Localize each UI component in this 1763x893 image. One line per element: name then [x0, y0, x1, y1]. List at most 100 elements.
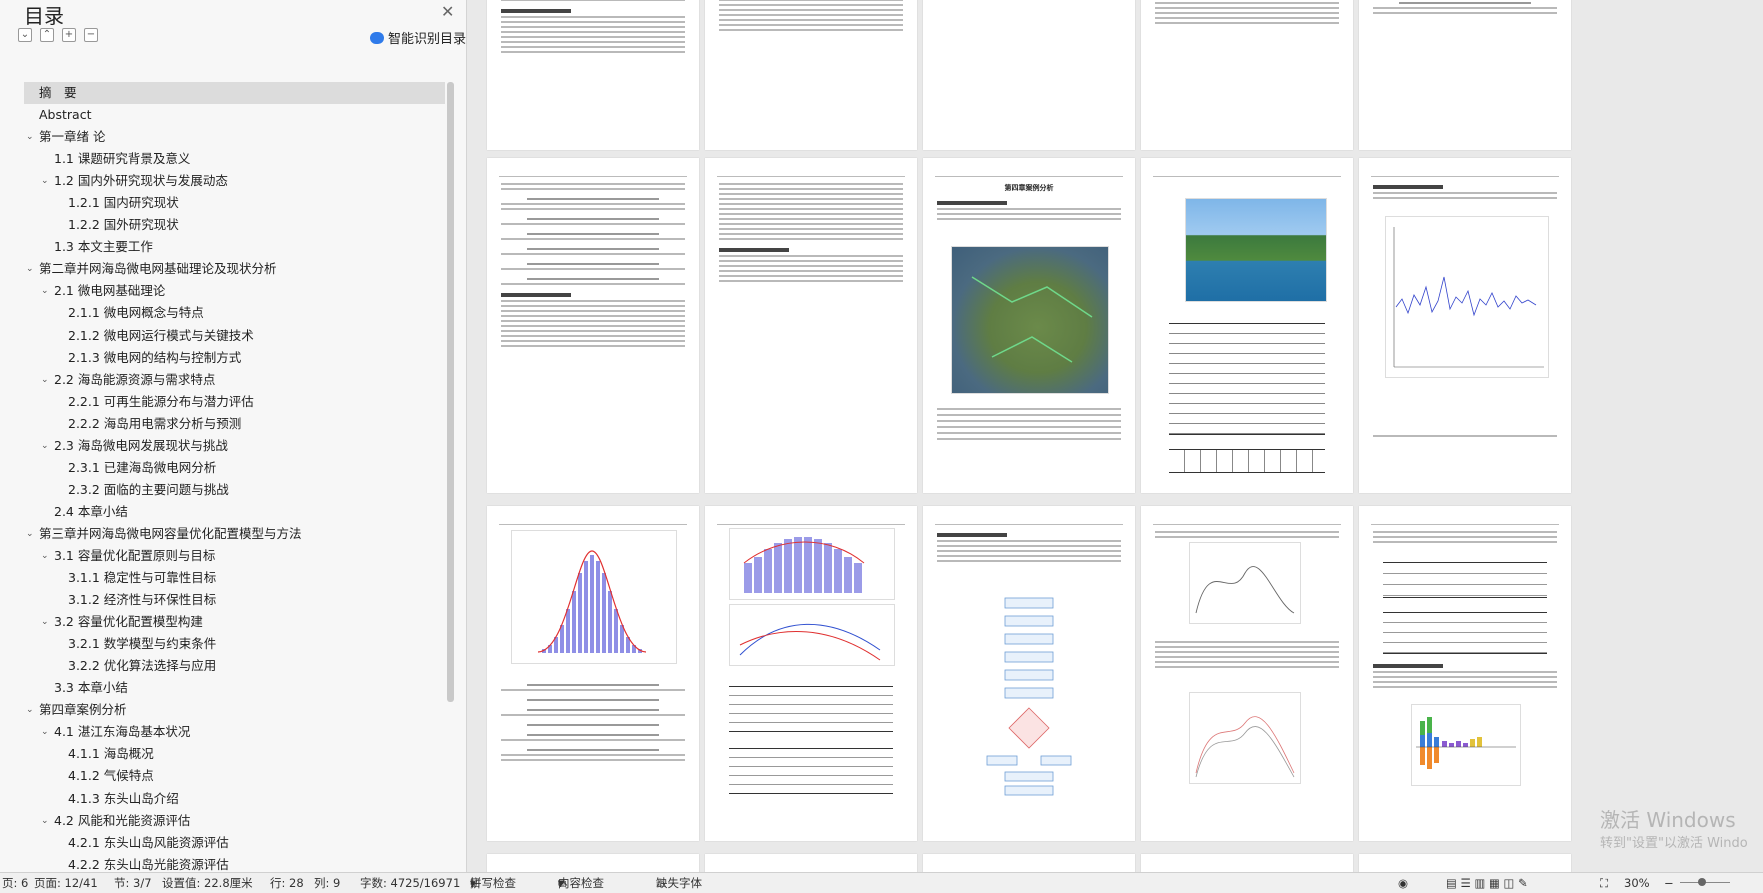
view-mode-icons[interactable]: ▤ ☰ ▥ ▦ ◫ ✎ [1446, 873, 1528, 893]
toc-item[interactable]: ⌄ 2.3 海岛微电网发展现状与挑战 [24, 435, 445, 457]
chevron-down-icon[interactable]: ⌄ [26, 126, 34, 148]
chevron-down-icon[interactable]: ⌄ [26, 699, 34, 721]
load-curve-chart-1 [1189, 542, 1301, 624]
eye-protection-icon[interactable]: ◉ [1398, 873, 1408, 893]
toc-item[interactable]: ⌄ 第一章绪 论 [24, 126, 445, 148]
toc-scrollbar[interactable] [447, 82, 454, 702]
zoom-out-icon[interactable]: − [1664, 873, 1674, 893]
page-thumbnail[interactable] [1359, 854, 1571, 872]
page-thumbnail[interactable] [705, 854, 917, 872]
toc-item[interactable]: ⌄ 4.2 风能和光能资源评估 [24, 810, 445, 832]
toc-item[interactable]: 1.1 课题研究背景及意义 [24, 148, 445, 170]
smart-toc-button[interactable]: 智能识别目录 [370, 28, 466, 47]
toc-item[interactable]: ⌄ 1.2 国内外研究现状与发展动态 [24, 170, 445, 192]
close-icon[interactable]: ✕ [441, 2, 454, 21]
toc-item-label: 第二章并网海岛微电网基础理论及现状分析 [39, 261, 277, 277]
toc-item[interactable]: 3.1.1 稳定性与可靠性目标 [24, 567, 445, 589]
page-thumbnail[interactable] [1359, 158, 1571, 493]
chevron-down-icon[interactable]: ⌄ [41, 611, 49, 633]
zoom-value[interactable]: 30% [1624, 873, 1650, 893]
toc-item[interactable]: 2.4 本章小结 [24, 501, 445, 523]
toc-item[interactable]: 2.2.1 可再生能源分布与潜力评估 [24, 391, 445, 413]
expand-all-icon[interactable]: ⌄ [18, 28, 32, 42]
chevron-down-icon[interactable]: ⌄ [41, 369, 49, 391]
toc-item[interactable]: 2.1.3 微电网的结构与控制方式 [24, 347, 445, 369]
remove-heading-icon[interactable]: − [84, 28, 98, 42]
page-thumbnail[interactable] [1141, 0, 1353, 150]
status-page[interactable]: 页面: 12/41 [34, 873, 98, 893]
toc-item[interactable]: ⌄ 2.1 微电网基础理论 [24, 280, 445, 302]
chevron-down-icon[interactable]: ⌄ [41, 721, 49, 743]
toc-item[interactable]: 3.2.2 优化算法选择与应用 [24, 655, 445, 677]
document-pages-view[interactable]: 第四章案例分析 [467, 0, 1763, 872]
data-table [1169, 323, 1325, 473]
toc-item[interactable]: 2.3.1 已建海岛微电网分析 [24, 457, 445, 479]
page-thumbnail[interactable] [923, 854, 1135, 872]
chevron-down-icon[interactable]: ⌄ [41, 280, 49, 302]
page-thumbnail[interactable] [1359, 506, 1571, 841]
status-word-count[interactable]: 字数: 4725/16971 [360, 873, 460, 893]
toc-item[interactable]: 1.2.2 国外研究现状 [24, 214, 445, 236]
toc-item[interactable]: ⌄ 3.2 容量优化配置模型构建 [24, 611, 445, 633]
toc-item[interactable]: ⌄ 2.2 海岛能源资源与需求特点 [24, 369, 445, 391]
fit-page-icon[interactable]: ⛶ [1600, 873, 1608, 893]
page-thumbnail[interactable] [1141, 854, 1353, 872]
toc-item[interactable]: 4.1.3 东头山岛介绍 [24, 788, 445, 810]
page-thumbnail[interactable] [705, 0, 917, 150]
missing-font-label: 缺失字体 [656, 876, 702, 890]
toc-item[interactable]: ⌄ 3.1 容量优化配置原则与目标 [24, 545, 445, 567]
collapse-all-icon[interactable]: ⌃ [40, 28, 54, 42]
page-thumbnail[interactable] [487, 0, 699, 150]
chevron-down-icon[interactable]: ⌄ [41, 170, 49, 192]
toc-item[interactable]: 摘 要 [24, 82, 445, 105]
chevron-down-icon[interactable]: ⌄ [26, 258, 34, 280]
activation-watermark-hint: 转到"设置"以激活 Windo [1600, 836, 1748, 851]
toc-item[interactable]: Abstract [24, 104, 445, 126]
toc-item[interactable]: 3.1.2 经济性与环保性目标 [24, 589, 445, 611]
page-thumbnail[interactable] [705, 506, 917, 841]
page-thumbnail[interactable]: 第四章案例分析 [923, 158, 1135, 493]
toc-item[interactable]: 2.1.2 微电网运行模式与关键技术 [24, 325, 445, 347]
page-thumbnail[interactable] [487, 158, 699, 493]
toc-item[interactable]: 1.2.1 国内研究现状 [24, 192, 445, 214]
page-thumbnail[interactable] [923, 506, 1135, 841]
toc-item[interactable]: 4.1.2 气候特点 [24, 765, 445, 787]
toc-item[interactable]: ⌄ 第二章并网海岛微电网基础理论及现状分析 [24, 258, 445, 280]
toc-item[interactable]: 2.3.2 面临的主要问题与挑战 [24, 479, 445, 501]
toc-item-label: 2.3 海岛微电网发展现状与挑战 [54, 437, 228, 453]
toc-item-label: 3.2 容量优化配置模型构建 [54, 614, 203, 630]
page-thumbnail[interactable] [923, 0, 1135, 150]
toc-item[interactable]: ⌄ 第三章并网海岛微电网容量优化配置模型与方法 [24, 523, 445, 545]
toc-item[interactable]: 2.2.2 海岛用电需求分析与预测 [24, 413, 445, 435]
page-thumbnail[interactable] [487, 506, 699, 841]
toc-item[interactable]: 3.2.1 数学模型与约束条件 [24, 633, 445, 655]
page-thumbnail[interactable] [487, 854, 699, 872]
toc-item[interactable]: 4.2.1 东头山岛风能资源评估 [24, 832, 445, 854]
chevron-down-icon[interactable]: ⌄ [41, 810, 49, 832]
zoom-slider-thumb[interactable] [1698, 878, 1706, 886]
chevron-down-icon[interactable]: ⌄ [26, 523, 34, 545]
toc-item-label: 3.3 本章小结 [54, 680, 128, 696]
add-heading-icon[interactable]: + [62, 28, 76, 42]
load-curve-1 [1195, 566, 1295, 614]
toc-item[interactable]: 4.1.1 海岛概况 [24, 743, 445, 765]
toc-item[interactable]: 1.3 本文主要工作 [24, 236, 445, 258]
toc-item[interactable]: 2.1.1 微电网概念与特点 [24, 302, 445, 324]
histogram-plot [537, 550, 647, 653]
toc-item[interactable]: 3.3 本章小结 [24, 677, 445, 699]
chevron-down-icon[interactable]: ⌄ [41, 435, 49, 457]
toc-item[interactable]: ⌄ 4.1 湛江东海岛基本状况 [24, 721, 445, 743]
page-thumbnail[interactable] [1141, 158, 1353, 493]
chevron-down-icon[interactable]: ⌄ [41, 545, 49, 567]
toc-item-label: 第一章绪 论 [39, 129, 106, 145]
page-thumbnail[interactable] [1141, 506, 1353, 841]
flowchart-shapes [986, 597, 1072, 796]
load-curve-chart-2 [1189, 692, 1301, 784]
page-thumbnail[interactable] [1359, 0, 1571, 150]
toc-item-label: 2.1.1 微电网概念与特点 [68, 305, 204, 321]
toc-item-label: 2.3.1 已建海岛微电网分析 [68, 459, 217, 475]
page-thumbnail[interactable] [705, 158, 917, 493]
toc-item-label: 第四章案例分析 [39, 702, 127, 718]
flowchart-diagram [983, 596, 1075, 796]
toc-item[interactable]: ⌄ 第四章案例分析 [24, 699, 445, 721]
